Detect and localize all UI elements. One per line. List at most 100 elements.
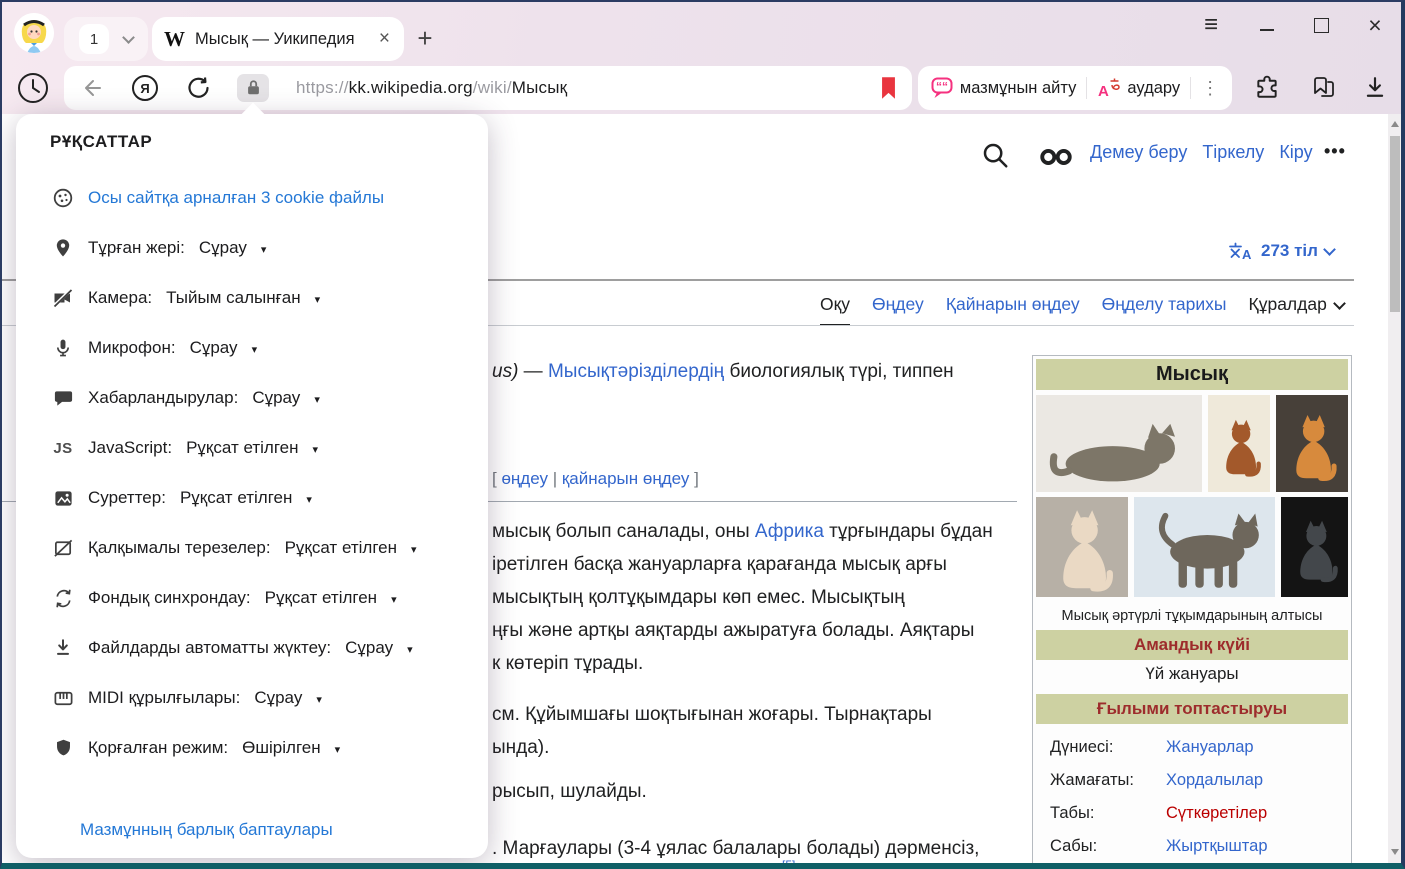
url-host: kk.wikipedia.org xyxy=(349,78,473,97)
permission-item-camera[interactable]: Камера: Тыйым салынған ▾ xyxy=(16,273,488,323)
more-tools-icon[interactable]: ⋮ xyxy=(1201,79,1219,97)
dropdown-caret-icon: ▾ xyxy=(306,493,312,506)
taxonomy-row: Дүниесі: Жануарлар xyxy=(1036,731,1348,764)
tab-edit-source[interactable]: Қайнарын өңдеу xyxy=(946,294,1080,324)
cat-infobox: Мысық Мысық әртүрлі тұқымдарының алтысы … xyxy=(1032,355,1352,863)
window-minimize-button[interactable] xyxy=(1250,10,1284,40)
tab-close-icon[interactable]: × xyxy=(377,28,392,50)
cookie-icon xyxy=(50,186,76,210)
register-link[interactable]: Тіркелу xyxy=(1202,142,1264,163)
taxonomy-table: Дүниесі: Жануарлар Жамағаты: Хордалылар … xyxy=(1036,731,1348,863)
svg-text:А: А xyxy=(1098,83,1109,99)
back-icon[interactable] xyxy=(80,76,104,100)
order-link[interactable]: Жыртқыштар xyxy=(1166,837,1268,856)
cat-photo-gray[interactable] xyxy=(1281,497,1348,597)
permission-item-midi[interactable]: MIDI құрылғылары: Сұрау ▾ xyxy=(16,673,488,723)
phylum-link[interactable]: Хордалылар xyxy=(1166,771,1263,790)
appearance-glasses-icon[interactable] xyxy=(1038,148,1074,166)
article-line: мысық болып саналады, оны Африка тұрғынд… xyxy=(492,521,993,543)
tab-tools[interactable]: Құралдар xyxy=(1249,294,1344,324)
article-line-clipped: [5] xyxy=(782,858,795,863)
site-permissions-panel: РҰҚСАТТАР Осы сайтқа арналған 3 cookie ф… xyxy=(16,114,488,858)
article-line: . Марғаулары (3-4 ұялас балалары болады)… xyxy=(492,838,979,860)
cat-photo-tabby-lying[interactable] xyxy=(1036,395,1202,492)
tab-history[interactable]: Өңделу тарихы xyxy=(1102,294,1227,324)
new-tab-button[interactable]: + xyxy=(408,18,442,58)
cat-photo-tabby-snow[interactable] xyxy=(1134,497,1275,597)
class-redlink[interactable]: Сүткөретілер xyxy=(1166,804,1267,823)
permission-item-location[interactable]: Тұрған жері: Сұрау ▾ xyxy=(16,223,488,273)
scrollbar-thumb[interactable] xyxy=(1390,136,1400,312)
permission-item-microphone[interactable]: Микрофон: Сұрау ▾ xyxy=(16,323,488,373)
reload-icon[interactable] xyxy=(186,76,210,100)
permission-item-images[interactable]: Суреттер: Рұқсат етілген ▾ xyxy=(16,473,488,523)
cookies-item[interactable]: Осы сайтқа арналған 3 cookie файлы xyxy=(16,173,488,223)
bookmark-button[interactable] xyxy=(881,77,896,104)
cat-photo-abyssinian[interactable] xyxy=(1208,395,1270,492)
speech-quote-icon: ““ xyxy=(931,77,953,99)
dropdown-caret-icon: ▾ xyxy=(315,293,321,306)
divider xyxy=(1190,77,1191,99)
active-tab[interactable]: W Мысық — Уикипедия × xyxy=(152,17,404,61)
search-icon[interactable] xyxy=(980,140,1010,170)
extensions-button[interactable] xyxy=(1252,72,1282,102)
article-line: ңғы және артқы аяқтарды ажыратуға болады… xyxy=(492,620,974,642)
translate-button[interactable]: А аудару xyxy=(1097,77,1180,99)
tab-edit[interactable]: Өңдеу xyxy=(872,294,924,324)
language-icon: A xyxy=(1228,242,1254,260)
scroll-up-arrow-icon[interactable] xyxy=(1391,121,1399,127)
scroll-down-arrow-icon[interactable] xyxy=(1391,849,1399,855)
window-maximize-button[interactable] xyxy=(1304,10,1338,40)
permission-item-auto-download[interactable]: Файлдарды автоматты жүктеу: Сұрау ▾ xyxy=(16,623,488,673)
read-aloud-label: мазмұнын айту xyxy=(960,79,1077,98)
felidae-link[interactable]: Мысықтәрізділердің xyxy=(548,361,724,382)
dropdown-caret-icon: ▾ xyxy=(411,543,417,556)
history-button[interactable] xyxy=(15,70,51,106)
shield-icon xyxy=(50,736,76,760)
downloads-button[interactable] xyxy=(1360,72,1390,102)
yandex-button-icon[interactable]: Я xyxy=(131,74,159,102)
taxonomy-row: Жамағаты: Хордалылар xyxy=(1036,764,1348,797)
cat-photo-orange-white[interactable] xyxy=(1276,395,1348,492)
cat-photo-grid-row1 xyxy=(1036,395,1348,492)
permission-item-background-sync[interactable]: Фондық синхрондау: Рұқсат етілген ▾ xyxy=(16,573,488,623)
africa-link[interactable]: Африка xyxy=(755,521,824,542)
window-close-button[interactable]: × xyxy=(1358,10,1392,40)
url-path: /wiki/ xyxy=(473,78,512,97)
all-content-settings-link[interactable]: Мазмұнның барлық баптаулары xyxy=(80,820,333,839)
more-options-icon[interactable]: ••• xyxy=(1324,141,1346,162)
language-selector[interactable]: A 273 тіл xyxy=(1228,241,1334,261)
donate-link[interactable]: Демеу беру xyxy=(1090,142,1187,163)
article-line: мысықтың қолтұқымдары көп емес. Мысықтың xyxy=(492,587,905,609)
taxonomy-row: Табы: Сүткөретілер xyxy=(1036,797,1348,830)
bookmark-flag-icon xyxy=(881,77,896,99)
permission-item-popups[interactable]: Қалқымалы терезелер: Рұқсат етілген ▾ xyxy=(16,523,488,573)
permission-item-notifications[interactable]: Хабарландырулар: Сұрау ▾ xyxy=(16,373,488,423)
kingdom-link[interactable]: Жануарлар xyxy=(1166,738,1254,757)
read-aloud-button[interactable]: ““ мазмұнын айту xyxy=(931,77,1077,99)
url-text[interactable]: https://kk.wikipedia.org/wiki/Мысық xyxy=(296,78,567,98)
infobox-title: Мысық xyxy=(1036,359,1348,390)
login-link[interactable]: Кіру xyxy=(1279,142,1312,163)
address-bar[interactable]: Я https://kk.wikipedia.org/wiki/Мысық xyxy=(64,66,912,110)
profile-avatar[interactable] xyxy=(14,13,54,53)
tab-read[interactable]: Оқу xyxy=(820,294,850,326)
site-security-button[interactable] xyxy=(237,74,269,102)
dropdown-caret-icon: ▾ xyxy=(335,743,341,756)
permission-item-javascript[interactable]: JS JavaScript: Рұқсат етілген ▾ xyxy=(16,423,488,473)
permission-item-protected-mode[interactable]: Қорғалған режим: Өшірілген ▾ xyxy=(16,723,488,773)
cookies-link[interactable]: Осы сайтқа арналған 3 cookie файлы xyxy=(88,188,384,208)
collections-button[interactable] xyxy=(1307,72,1337,102)
location-icon xyxy=(50,236,76,260)
window-menu-button[interactable]: ≡ xyxy=(1194,10,1228,40)
edit-source-section-link[interactable]: қайнарын өңдеу xyxy=(562,469,690,488)
reference-link[interactable]: [5] xyxy=(782,858,795,863)
tab-group-pill[interactable]: 1 xyxy=(64,17,148,61)
dropdown-caret-icon: ▾ xyxy=(261,243,267,256)
edit-section-link[interactable]: өңдеу xyxy=(501,469,548,488)
taxonomy-rank: Сабы: xyxy=(1036,837,1166,856)
cat-photo-grid-row2 xyxy=(1036,497,1348,597)
wiki-header-links: Демеу беру Тіркелу Кіру xyxy=(1090,142,1313,163)
cat-photo-siamese[interactable] xyxy=(1036,497,1128,597)
infobox-caption: Мысық әртүрлі тұқымдарының алтысы xyxy=(1036,608,1348,624)
